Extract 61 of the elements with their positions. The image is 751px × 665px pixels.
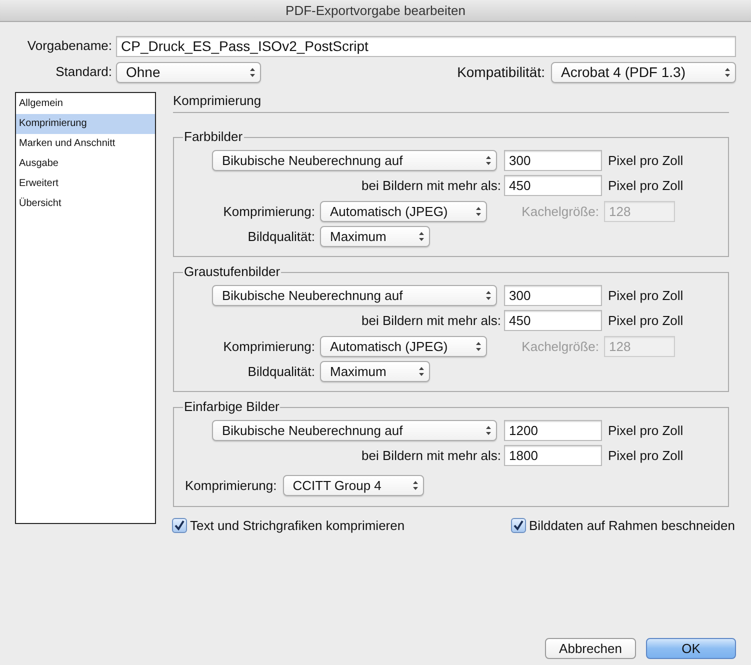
quality-dropdown[interactable]: Maximum <box>320 361 430 382</box>
resample-dropdown[interactable]: Bikubische Neuberechnung auf <box>212 150 497 171</box>
resample-dropdown[interactable]: Bikubische Neuberechnung auf <box>212 420 497 441</box>
resolution-field[interactable]: 300 <box>504 150 602 171</box>
stepper-arrows-icon <box>485 155 492 166</box>
stepper-arrows-icon <box>485 290 492 301</box>
unit-label: Pixel pro Zoll <box>608 176 684 195</box>
compression-dropdown[interactable]: Automatisch (JPEG) <box>320 336 487 357</box>
sidebar-item[interactable]: Übersicht <box>16 194 155 214</box>
unit-label: Pixel pro Zoll <box>608 446 684 465</box>
field-label: Komprimierung: <box>222 202 315 221</box>
sidebar-item[interactable]: Allgemein <box>16 94 155 114</box>
group-title: Einfarbige Bilder <box>183 399 280 415</box>
stepper-arrows-icon <box>724 66 731 78</box>
compression-dropdown[interactable]: CCITT Group 4 <box>282 475 424 496</box>
field-label: Kompatibilität: <box>457 62 545 82</box>
cancel-button[interactable]: Abbrechen <box>545 638 636 659</box>
sidebar-item[interactable]: Marken und Anschnitt <box>16 134 155 154</box>
unit-label: Pixel pro Zoll <box>608 312 684 330</box>
resolution-field[interactable]: 1200 <box>504 420 602 441</box>
section-title: Komprimierung <box>172 92 262 110</box>
threshold-field[interactable]: 1800 <box>504 445 602 466</box>
stepper-arrows-icon <box>475 206 482 217</box>
checkbox-label: Bilddaten auf Rahmen beschneiden <box>529 517 735 535</box>
resample-dropdown[interactable]: Bikubische Neuberechnung auf <box>212 285 497 306</box>
checkbox[interactable] <box>172 518 187 534</box>
preset-name-field[interactable]: CP_Druck_ES_Pass_ISOv2_PostScript <box>116 36 736 56</box>
compatibility-dropdown[interactable]: Acrobat 4 (PDF 1.3) <box>551 62 736 82</box>
field-label: bei Bildern mit mehr als: <box>360 176 501 195</box>
resolution-field[interactable]: 300 <box>504 285 602 306</box>
unit-label: Pixel pro Zoll <box>608 286 684 305</box>
stepper-arrows-icon <box>418 231 425 242</box>
field-label: Komprimierung: <box>222 338 315 356</box>
quality-dropdown[interactable]: Maximum <box>320 226 430 247</box>
field-label: bei Bildern mit mehr als: <box>360 312 501 330</box>
ok-button[interactable]: OK <box>646 638 736 659</box>
sidebar-item[interactable]: Komprimierung <box>16 114 155 134</box>
stepper-arrows-icon <box>485 425 492 436</box>
stepper-arrows-icon <box>418 366 425 377</box>
unit-label: Pixel pro Zoll <box>608 422 684 440</box>
stepper-arrows-icon <box>249 66 256 78</box>
standard-dropdown[interactable]: Ohne <box>116 62 261 82</box>
compression-dropdown[interactable]: Automatisch (JPEG) <box>320 201 487 222</box>
stepper-arrows-icon <box>475 341 482 352</box>
field-label: Kachelgröße: <box>520 338 599 356</box>
checkbox-label: Text und Strichgrafiken komprimieren <box>190 517 405 535</box>
field-label: Komprimierung: <box>185 476 277 495</box>
field-label: Bildqualität: <box>246 228 315 246</box>
field-label: Kachelgröße: <box>520 202 599 221</box>
sidebar-item[interactable]: Erweitert <box>16 174 155 194</box>
sidebar-item[interactable]: Ausgabe <box>16 154 155 174</box>
threshold-field[interactable]: 450 <box>504 175 602 196</box>
field-label: Vorgabename: <box>26 37 112 56</box>
checkbox[interactable] <box>511 518 526 534</box>
unit-label: Pixel pro Zoll <box>608 152 684 170</box>
window-title: PDF-Exportvorgabe bearbeiten <box>0 0 751 22</box>
stepper-arrows-icon <box>412 480 419 491</box>
field-label: Standard: <box>54 63 112 82</box>
field-label: Bildqualität: <box>246 362 315 381</box>
field-label: bei Bildern mit mehr als: <box>360 446 501 465</box>
threshold-field[interactable]: 450 <box>504 310 602 331</box>
